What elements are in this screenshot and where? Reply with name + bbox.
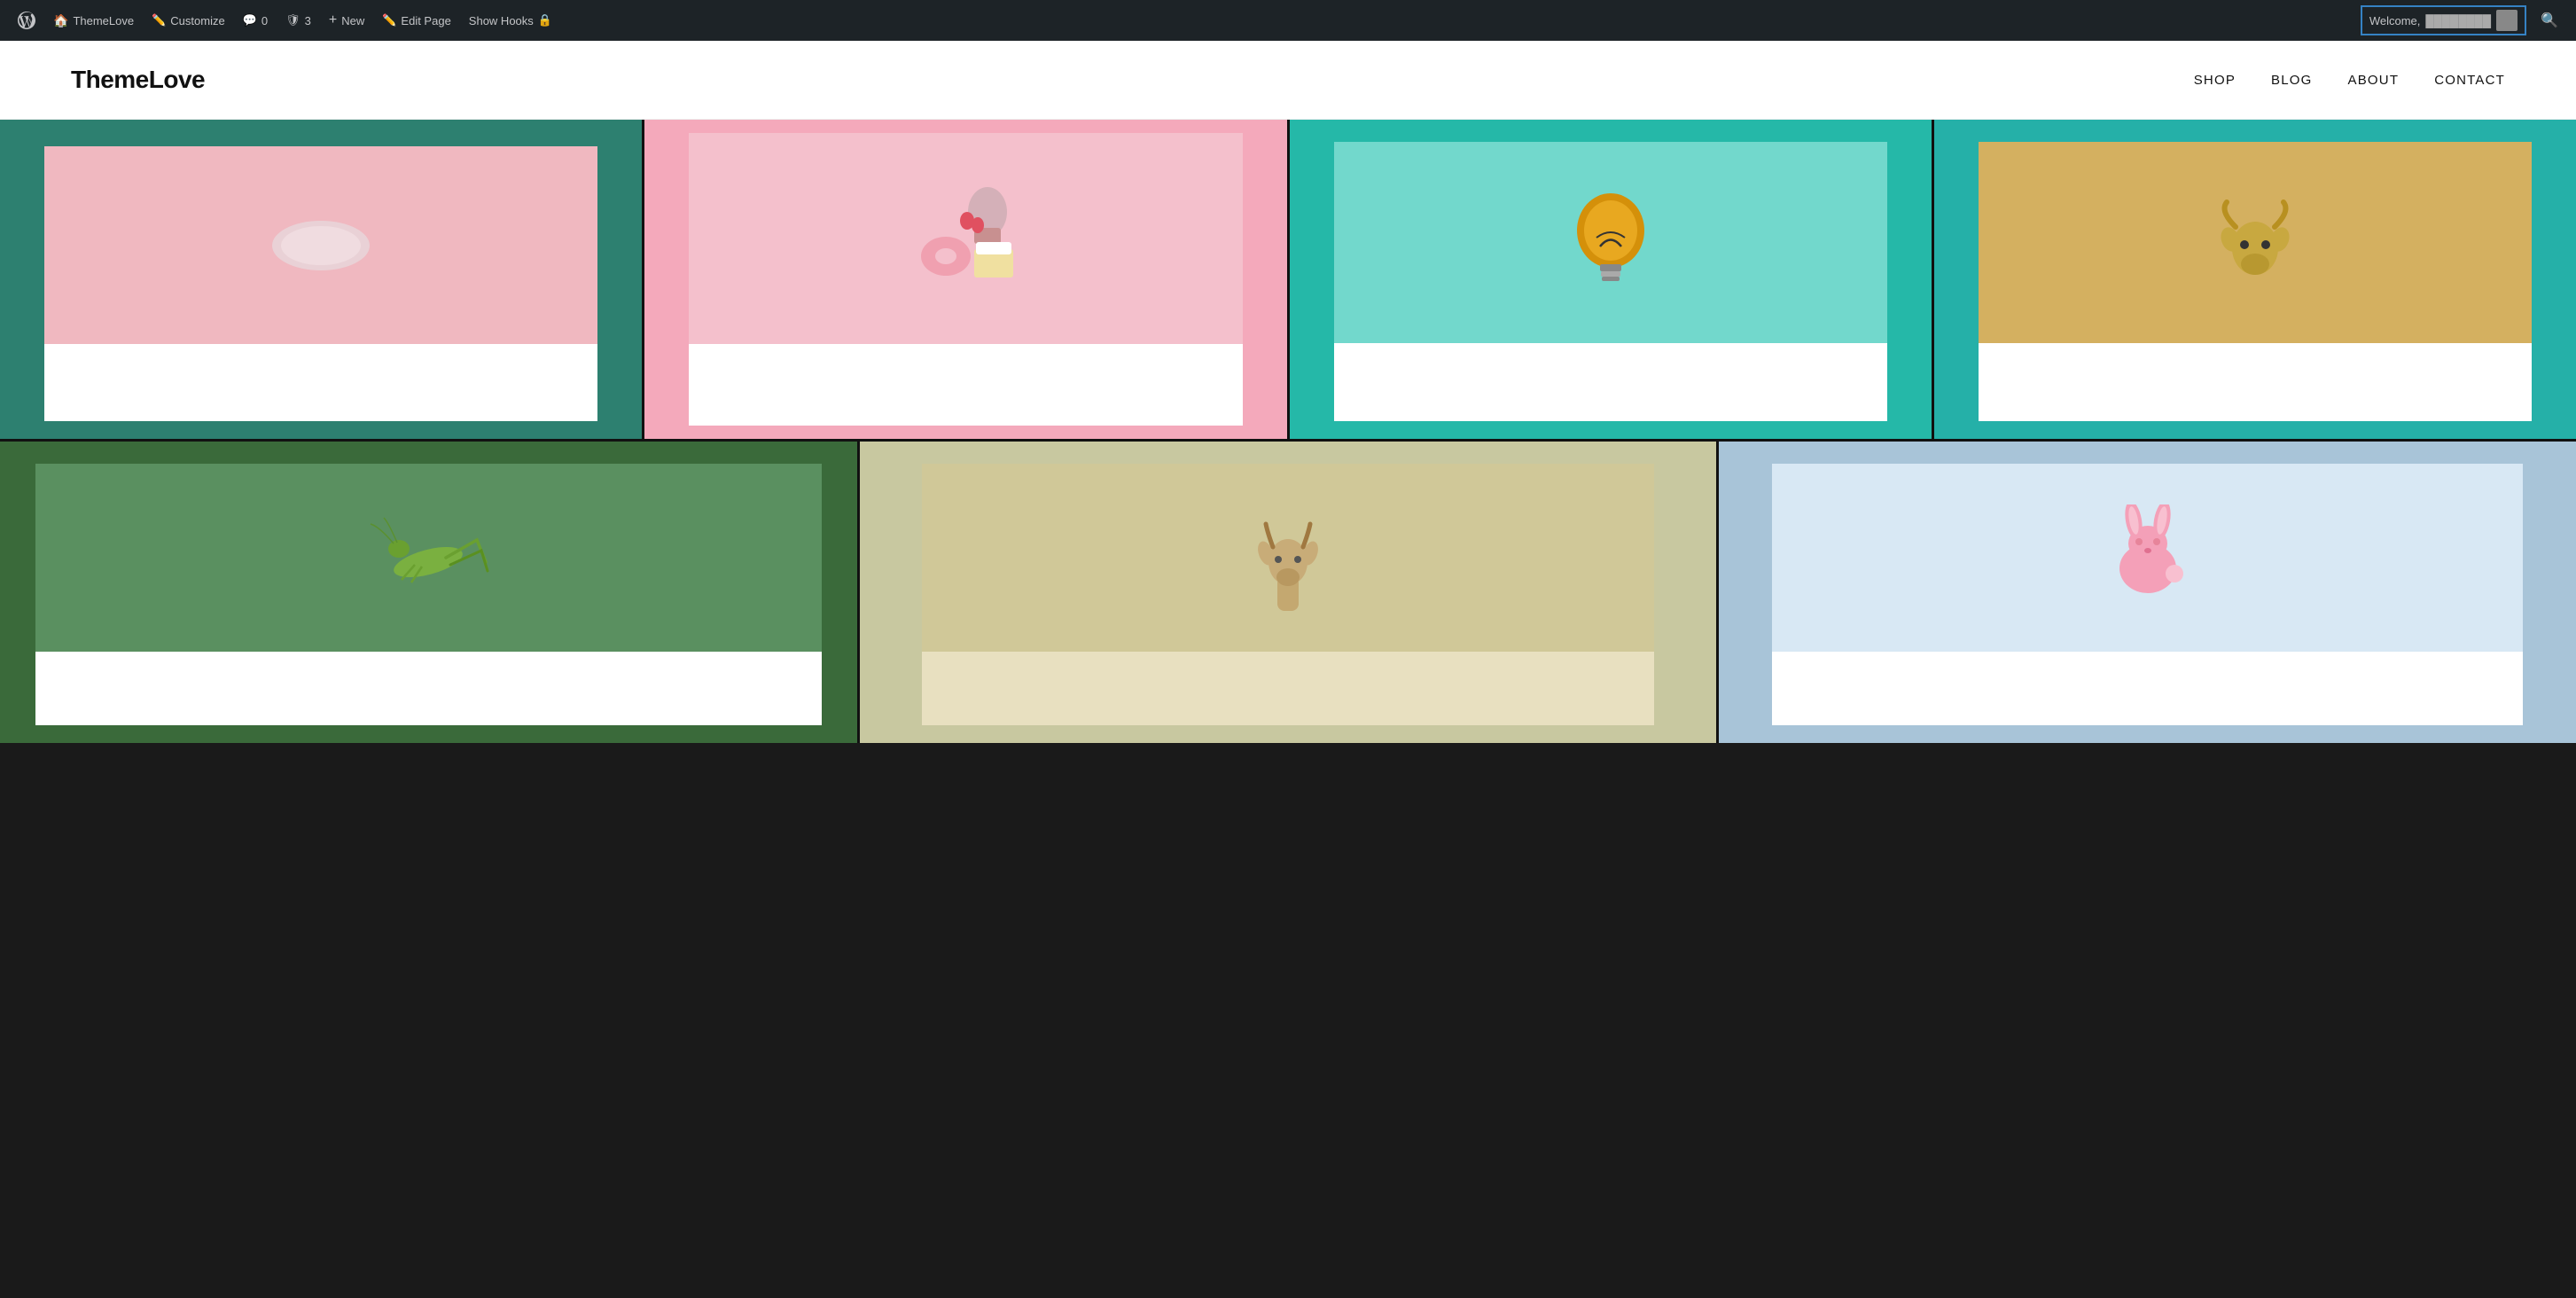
nav-contact[interactable]: CONTACT (2434, 73, 2505, 88)
plus-icon: + (329, 12, 337, 28)
home-icon: 🏠 (53, 13, 68, 28)
gallery-cell-r1-4[interactable] (1934, 120, 2576, 439)
new-label: New (341, 14, 364, 27)
welcome-text: Welcome, (2369, 14, 2421, 27)
edit-page-label: Edit Page (401, 14, 450, 27)
gallery-cell-r1-3[interactable] (1290, 120, 1932, 439)
site-header: ThemeLove SHOP BLOG ABOUT CONTACT (0, 41, 2576, 120)
deer-head-icon (1248, 504, 1328, 611)
customize-icon: ✏️ (152, 13, 166, 27)
gallery-cell-r2-3[interactable] (1719, 442, 2576, 743)
gallery-row-1 (0, 120, 2576, 439)
avatar (2496, 10, 2517, 31)
goat-head-icon (2211, 193, 2299, 291)
admin-bar-right: Welcome, ████████ 🔍 (2361, 5, 2565, 35)
gallery-row-2 (0, 442, 2576, 743)
lightbulb-icon (1566, 184, 1655, 300)
gallery-cell-r1-1[interactable] (0, 120, 642, 439)
gallery (0, 120, 2576, 743)
rabbit-icon (2095, 504, 2201, 611)
nav-about[interactable]: ABOUT (2348, 73, 2400, 88)
wp-logo-button[interactable] (11, 0, 43, 41)
security-count: 3 (305, 14, 311, 27)
gallery-cell-r2-2[interactable] (860, 442, 1717, 743)
nav-blog[interactable]: BLOG (2271, 73, 2312, 88)
welcome-box[interactable]: Welcome, ████████ (2361, 5, 2526, 35)
comments-count: 0 (262, 14, 268, 27)
new-button[interactable]: + New (322, 0, 371, 41)
pill-icon (268, 215, 374, 277)
hooks-label: Show Hooks (469, 14, 534, 27)
gallery-cell-r2-1[interactable] (0, 442, 857, 743)
site-logo[interactable]: ThemeLove (71, 66, 205, 94)
wordpress-icon (18, 12, 35, 29)
site-name-button[interactable]: 🏠 ThemeLove (46, 0, 141, 41)
lock-icon: 🔒 (538, 13, 552, 27)
security-button[interactable]: 🛡 3 (278, 0, 318, 41)
comments-button[interactable]: 💬 0 (236, 0, 275, 41)
gallery-cell-r1-2[interactable] (644, 120, 1286, 439)
edit-icon: ✏️ (382, 13, 396, 27)
customize-label: Customize (170, 14, 224, 27)
edit-page-button[interactable]: ✏️ Edit Page (375, 0, 458, 41)
admin-bar: 🏠 ThemeLove ✏️ Customize 💬 0 🛡 3 + New ✏… (0, 0, 2576, 41)
username-text: ████████ (2425, 14, 2491, 27)
shield-icon: 🛡 (285, 13, 301, 27)
site-name-label: ThemeLove (73, 14, 134, 27)
comments-icon: 💬 (243, 13, 257, 27)
grasshopper-icon (362, 513, 495, 602)
customize-button[interactable]: ✏️ Customize (144, 0, 232, 41)
nav-shop[interactable]: SHOP (2194, 73, 2236, 88)
sweets-icon (903, 176, 1027, 301)
site-nav: SHOP BLOG ABOUT CONTACT (2194, 73, 2505, 88)
search-button[interactable]: 🔍 (2533, 12, 2565, 29)
show-hooks-button[interactable]: Show Hooks 🔒 (462, 0, 559, 41)
